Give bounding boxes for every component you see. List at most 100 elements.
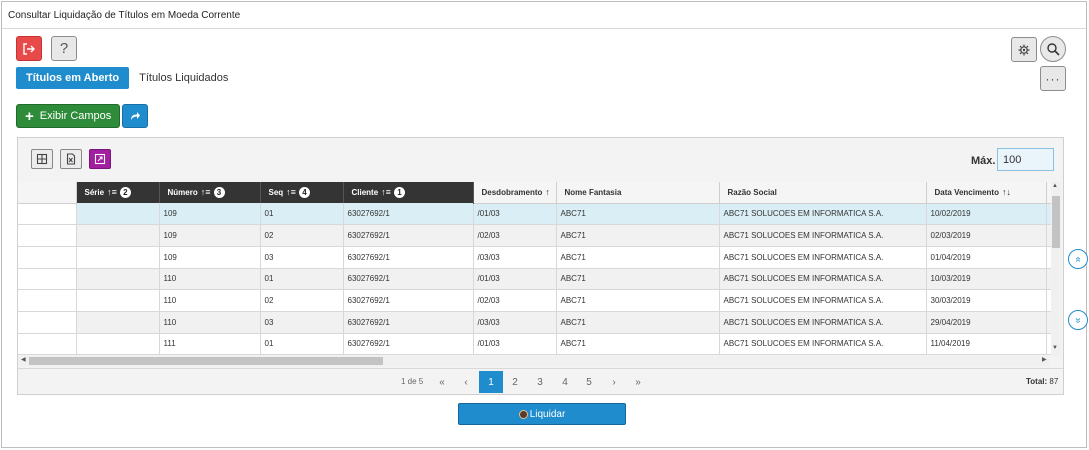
- search-button[interactable]: [1040, 36, 1066, 62]
- horizontal-scrollbar[interactable]: ◀ ▶: [19, 356, 1049, 366]
- table-cell: [76, 268, 160, 291]
- tab-titulos-liquidados[interactable]: Títulos Liquidados: [129, 67, 238, 89]
- page-2-button[interactable]: 2: [503, 371, 527, 393]
- scroll-up-icon[interactable]: ▲: [1052, 183, 1058, 189]
- plus-icon: +: [25, 107, 34, 125]
- column-header-label: Data Vencimento: [934, 188, 999, 198]
- search-icon: [1047, 43, 1060, 56]
- column-header-label: Nome Fantasia: [564, 187, 622, 197]
- sort-icon: ↑: [545, 187, 550, 198]
- table-cell: 03: [260, 311, 344, 334]
- column-header[interactable]: Data Vencimento ↑↓: [926, 182, 1047, 204]
- sort-icon: ↑≡: [381, 187, 391, 197]
- column-header[interactable]: Número ↑≡ 3: [159, 182, 261, 203]
- main-window: Consultar Liquidação de Títulos em Moeda…: [1, 1, 1088, 448]
- table-row[interactable]: 109 01 63027692/1/01/03 ABC71 ABC71 SOLUCOES…: [18, 203, 1056, 226]
- table-cell: [18, 268, 77, 291]
- next-page-button[interactable]: ›: [602, 371, 626, 393]
- table-cell: [76, 246, 160, 269]
- table-cell: 110: [159, 268, 261, 291]
- table-header: Série ↑≡ 2 Número ↑≡ 3 Seq ↑≡ 4 Cliente ↑≡ 1 Desdobr…: [18, 182, 1056, 204]
- sort-icon: ↑≡: [286, 187, 296, 197]
- scroll-left-icon[interactable]: ◀: [21, 356, 26, 363]
- table-cell: 29/04/2019: [926, 311, 1047, 334]
- sort-order-badge: 4: [298, 187, 310, 198]
- table-cell: 01/04/2019: [926, 246, 1047, 269]
- column-header[interactable]: Série ↑≡ 2: [76, 182, 160, 203]
- sort-icon: ↑↓: [1001, 187, 1011, 198]
- scroll-right-icon[interactable]: ▶: [1042, 356, 1047, 363]
- show-fields-button[interactable]: + Exibir Campos: [16, 104, 120, 128]
- sort-icon: ↑≡: [200, 187, 211, 197]
- table-cell: 109: [159, 203, 261, 226]
- table-cell: 109: [159, 246, 261, 269]
- table-cell: 63027692/1: [343, 333, 474, 356]
- scroll-down-icon[interactable]: ▼: [1052, 345, 1058, 351]
- table-cell: ABC71: [556, 289, 720, 312]
- share-button[interactable]: [122, 104, 148, 128]
- max-input[interactable]: [997, 148, 1054, 171]
- page-info: 1 de 5: [401, 377, 424, 386]
- table-cell: /03/03: [473, 246, 557, 269]
- column-header[interactable]: Seq ↑≡ 4: [260, 182, 344, 203]
- grid-panel: Máx. Série↑≡2Número↑≡3Seq↑≡4Cliente↑≡1De…: [17, 137, 1064, 395]
- table-cell: 02/03/2019: [926, 224, 1047, 247]
- max-label: Máx.: [971, 155, 996, 167]
- page-1-button[interactable]: 1: [479, 371, 503, 393]
- table-row[interactable]: 109 03 63027692/1/03/03 ABC71 ABC71 SOLUCOES…: [18, 246, 1056, 269]
- table-cell: 63027692/1: [343, 311, 474, 334]
- table-cell: ABC71 SOLUCOES EM INFORMATICA S.A.: [719, 333, 927, 356]
- window-title: Consultar Liquidação de Títulos em Moeda…: [2, 2, 1086, 29]
- more-options-button[interactable]: ···: [1040, 66, 1066, 91]
- last-page-button[interactable]: »: [626, 371, 650, 393]
- page-3-button[interactable]: 3: [528, 371, 552, 393]
- expand-button[interactable]: [89, 149, 111, 169]
- prev-page-button[interactable]: ‹: [454, 371, 478, 393]
- table-cell: ABC71: [556, 311, 720, 334]
- export-excel-button[interactable]: [60, 149, 82, 169]
- column-header[interactable]: Cliente ↑≡ 1: [343, 182, 474, 203]
- table-cell: [18, 311, 77, 334]
- exit-button[interactable]: [16, 36, 42, 61]
- table-row[interactable]: 110 01 63027692/1/01/03 ABC71 ABC71 SOLUCOES…: [18, 268, 1056, 291]
- table-cell: 63027692/1: [343, 268, 474, 291]
- table-row[interactable]: 111 01 63027692/1/01/03 ABC71 ABC71 SOLUCOES…: [18, 333, 1056, 356]
- column-header[interactable]: Razão Social: [719, 182, 927, 204]
- table-row[interactable]: 109 02 63027692/1/02/03 ABC71 ABC71 SOLUCOES…: [18, 224, 1056, 247]
- total-label: Total:: [1026, 377, 1048, 386]
- table-row[interactable]: 110 02 63027692/1/02/03 ABC71 ABC71 SOLUCOES…: [18, 289, 1056, 312]
- table-cell: /03/03: [473, 311, 557, 334]
- settings-button[interactable]: [1011, 37, 1037, 62]
- table-cell: 30/03/2019: [926, 289, 1047, 312]
- table-cell: /01/03: [473, 333, 557, 356]
- column-header-label: Razão Social: [727, 187, 777, 197]
- scroll-top-button[interactable]: «: [1068, 249, 1088, 269]
- table-cell: /02/03: [473, 289, 557, 312]
- table-cell: ABC71 SOLUCOES EM INFORMATICA S.A.: [719, 246, 927, 269]
- total-count: Total: 87: [1026, 377, 1058, 386]
- column-header[interactable]: Desdobramento ↑: [473, 182, 557, 204]
- page-4-button[interactable]: 4: [553, 371, 577, 393]
- table-cell: 63027692/1: [343, 203, 474, 226]
- vertical-scroll-thumb[interactable]: [1052, 196, 1060, 248]
- table-cell: 01: [260, 268, 344, 291]
- layout-button[interactable]: [31, 149, 53, 169]
- first-page-button[interactable]: «: [430, 371, 454, 393]
- table-cell: 63027692/1: [343, 224, 474, 247]
- liquidar-button[interactable]: Liquidar: [458, 403, 626, 425]
- table-cell: [18, 289, 77, 312]
- table-row[interactable]: 110 03 63027692/1/03/03 ABC71 ABC71 SOLUCOES…: [18, 311, 1056, 334]
- table-cell: 02: [260, 289, 344, 312]
- coin-icon: [518, 409, 528, 419]
- horizontal-scroll-thumb[interactable]: [29, 357, 383, 365]
- column-header[interactable]: Nome Fantasia: [556, 182, 720, 204]
- scroll-bottom-button[interactable]: »: [1068, 310, 1088, 330]
- help-button[interactable]: ?: [51, 36, 77, 61]
- column-header[interactable]: [18, 182, 77, 204]
- page-5-button[interactable]: 5: [577, 371, 601, 393]
- table-cell: /02/03: [473, 224, 557, 247]
- table-body: 109 01 63027692/1/01/03 ABC71 ABC71 SOLUCOES…: [18, 203, 1056, 356]
- table-cell: 11/04/2019: [926, 333, 1047, 356]
- vertical-scrollbar[interactable]: ▲ ▼: [1051, 182, 1061, 357]
- tab-titulos-em-aberto[interactable]: Títulos em Aberto: [16, 67, 130, 89]
